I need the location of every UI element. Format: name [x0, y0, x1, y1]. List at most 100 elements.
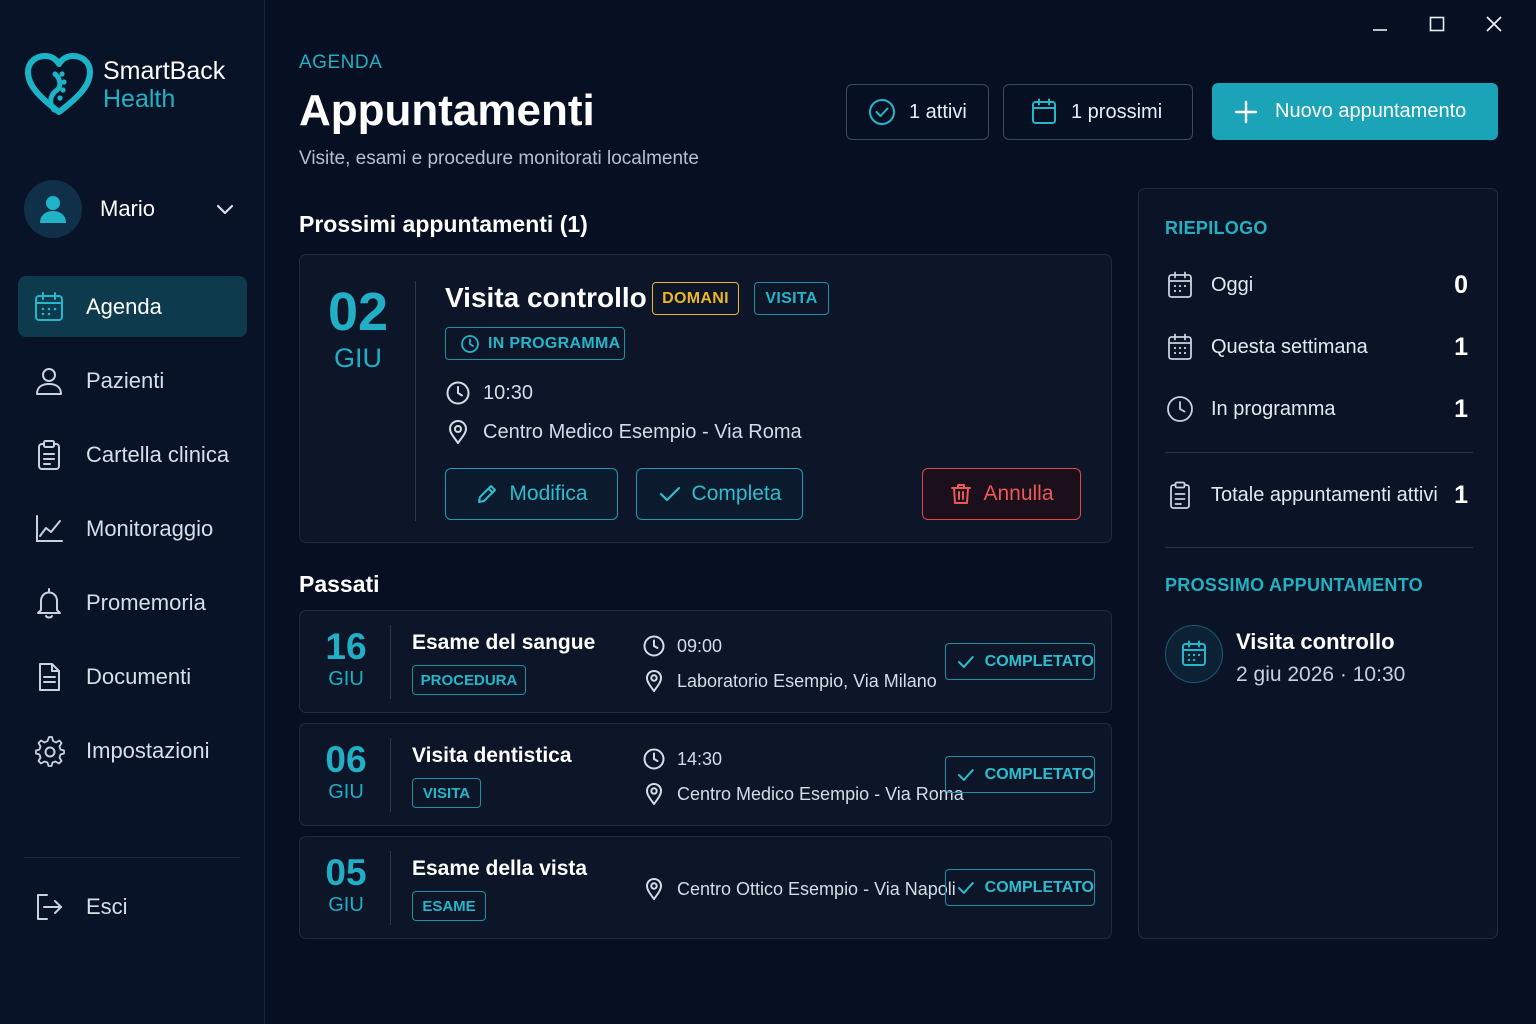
card-divider [390, 625, 391, 699]
document-icon [39, 662, 60, 691]
past-date: 06 GIU [300, 739, 392, 804]
upcoming-section-title: Prossimi appuntamenti (1) [299, 211, 588, 237]
sidebar-item-impostazioni[interactable]: Impostazioni [18, 720, 247, 781]
active-count-label: 1 attivi [909, 100, 967, 123]
sidebar-item-label: Documenti [86, 663, 192, 689]
clock-icon [446, 381, 470, 405]
complete-label: Completa [691, 482, 782, 505]
cancel-button[interactable]: Annulla [922, 468, 1081, 520]
past-time: 14:30 [642, 747, 722, 771]
logout-icon [37, 893, 62, 920]
status-badge: COMPLETATO [945, 643, 1095, 680]
clipboard-icon [1170, 481, 1190, 509]
summary-heading: RIEPILOGO [1165, 218, 1268, 238]
calendar-week-icon [1168, 333, 1192, 360]
window-controls [1351, 8, 1522, 40]
appointment-time-value: 10:30 [483, 381, 534, 404]
summary-label: Questa settimana [1211, 335, 1368, 358]
sidebar: SmartBack Health Mario Agenda Pazienti C… [0, 0, 265, 1024]
summary-divider [1165, 452, 1473, 453]
brand-subname: Health [103, 85, 176, 113]
calendar-icon [1168, 271, 1192, 298]
summary-divider [1165, 547, 1473, 548]
sidebar-item-label: Agenda [86, 293, 162, 319]
past-month: GIU [328, 781, 364, 803]
status-label: COMPLETATO [984, 765, 1094, 783]
summary-value: 1 [1454, 480, 1468, 509]
past-appointment-card[interactable]: 06 GIU Visita dentistica VISITA 14:30 Ce… [299, 723, 1112, 826]
chart-line-icon [36, 514, 63, 542]
past-tag: PROCEDURA [412, 665, 526, 695]
user-name: Mario [100, 196, 156, 221]
past-location: Centro Ottico Esempio - Via Napoli [642, 877, 956, 901]
upcoming-appointment-card[interactable]: 02 GIU Visita controllo DOMANI VISITA IN… [299, 254, 1112, 543]
check-circle-icon [869, 99, 895, 125]
past-date: 16 GIU [300, 626, 392, 691]
appointment-date: 02 GIU [300, 281, 416, 374]
summary-label: In programma [1211, 397, 1336, 420]
next-appointment-title[interactable]: Visita controllo [1236, 629, 1395, 655]
sidebar-item-pazienti[interactable]: Pazienti [18, 350, 247, 411]
brand-name: SmartBack [103, 57, 226, 85]
complete-button[interactable]: Completa [636, 468, 803, 520]
summary-row-in-programma: In programma 1 [1165, 391, 1471, 427]
card-divider [390, 851, 391, 925]
status-badge: IN PROGRAMMA [445, 327, 625, 360]
status-badge: COMPLETATO [945, 869, 1095, 906]
past-location-value: Centro Ottico Esempio - Via Napoli [677, 878, 956, 899]
past-time: 09:00 [642, 634, 722, 658]
appointment-day: 02 [327, 282, 389, 342]
minimize-button[interactable] [1351, 8, 1408, 40]
check-icon [957, 655, 974, 668]
past-tag: VISITA [412, 778, 481, 808]
check-icon [659, 486, 680, 502]
logout-label: Esci [86, 893, 128, 919]
app-window: SmartBack Health Mario Agenda Pazienti C… [0, 0, 1536, 1024]
location-pin-icon [646, 670, 662, 692]
check-icon [957, 881, 974, 894]
logout-button[interactable]: Esci [18, 876, 247, 937]
clipboard-icon [38, 439, 60, 470]
status-label: COMPLETATO [984, 652, 1094, 670]
sidebar-item-promemoria[interactable]: Promemoria [18, 572, 247, 633]
new-appointment-button[interactable]: Nuovo appuntamento [1212, 83, 1498, 140]
past-date: 05 GIU [300, 852, 392, 917]
heart-spine-logo-icon [25, 53, 93, 115]
appointment-location-value: Centro Medico Esempio - Via Roma [483, 420, 802, 443]
edit-button[interactable]: Modifica [445, 468, 618, 520]
sidebar-item-monitoraggio[interactable]: Monitoraggio [18, 498, 247, 559]
past-appointment-card[interactable]: 05 GIU Esame della vista ESAME Centro Ot… [299, 836, 1112, 939]
location-pin-icon [646, 878, 662, 900]
sidebar-item-cartella-clinica[interactable]: Cartella clinica [18, 424, 247, 485]
edit-label: Modifica [509, 482, 588, 505]
maximize-icon [1429, 16, 1444, 32]
sidebar-item-label: Cartella clinica [86, 441, 230, 467]
user-menu[interactable]: Mario [24, 178, 244, 240]
next-appointment-icon-circle [1165, 625, 1223, 683]
past-title: Esame del sangue [412, 631, 596, 654]
sidebar-item-label: Impostazioni [86, 737, 210, 763]
status-label: IN PROGRAMMA [488, 334, 621, 352]
sidebar-item-agenda[interactable]: Agenda [18, 276, 247, 337]
past-day: 16 [325, 626, 367, 667]
check-icon [957, 768, 974, 781]
past-month: GIU [328, 894, 364, 916]
clock-icon [643, 748, 665, 770]
appointment-location: Centro Medico Esempio - Via Roma [445, 419, 802, 445]
past-appointment-card[interactable]: 16 GIU Esame del sangue PROCEDURA 09:00 … [299, 610, 1112, 713]
clock-icon [1167, 396, 1193, 422]
status-badge: COMPLETATO [945, 756, 1095, 793]
sidebar-item-documenti[interactable]: Documenti [18, 646, 247, 707]
past-month: GIU [328, 668, 364, 690]
page-eyebrow: AGENDA [299, 52, 383, 73]
summary-panel: RIEPILOGO Oggi 0 Questa settimana 1 In p… [1138, 188, 1498, 939]
maximize-button[interactable] [1408, 8, 1465, 40]
minimize-icon [1372, 29, 1387, 31]
close-button[interactable] [1465, 8, 1522, 40]
clock-icon [643, 635, 665, 657]
user-avatar-icon [40, 196, 66, 223]
sidebar-item-label: Promemoria [86, 589, 206, 615]
card-divider [390, 738, 391, 812]
chevron-down-icon [216, 204, 234, 215]
clock-icon [461, 334, 479, 353]
